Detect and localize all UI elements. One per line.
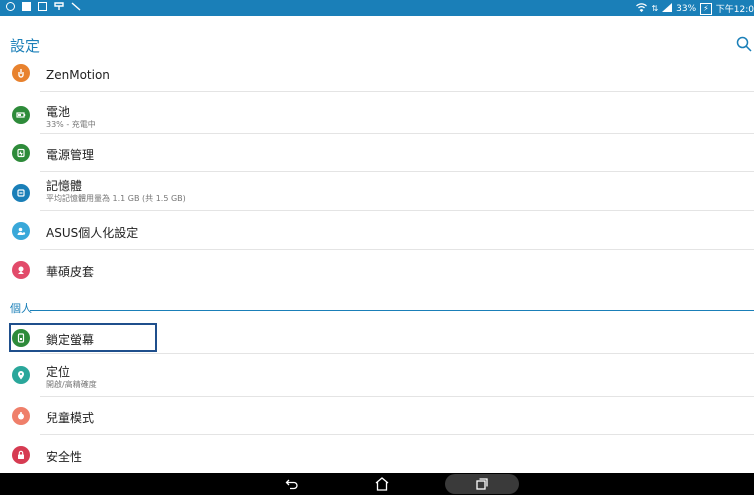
power-management-icon <box>12 144 30 162</box>
debug-icon <box>71 2 81 11</box>
battery-charging-icon: ⚡ <box>700 2 712 15</box>
battery-icon <box>12 106 30 124</box>
divider <box>40 434 754 435</box>
settings-item-label: 兒童模式 <box>46 411 95 425</box>
clock-time: 下午12:0 <box>715 5 754 15</box>
settings-item-label: 電源管理 <box>46 148 95 162</box>
person-gear-icon <box>12 222 30 240</box>
hand-icon <box>12 64 30 82</box>
focus-highlight <box>9 323 157 352</box>
settings-item-label: ZenMotion <box>46 68 110 82</box>
kids-mode-icon <box>12 407 30 425</box>
data-transfer-icon: ⇅ <box>651 4 659 13</box>
divider <box>40 353 754 354</box>
divider <box>40 210 754 211</box>
image-icon <box>22 2 31 11</box>
settings-item-security[interactable]: 安全性 <box>0 436 754 472</box>
recent-apps-icon <box>476 478 488 490</box>
settings-item-label: 安全性 <box>46 450 83 464</box>
settings-item-label: 電池 <box>46 105 71 119</box>
recents-button[interactable] <box>445 474 519 494</box>
app-bar: 設定 <box>0 16 754 60</box>
settings-item-asus-customized[interactable]: ASUS個人化設定 <box>0 212 754 250</box>
location-pin-icon <box>12 366 30 384</box>
usb-icon <box>54 2 64 11</box>
home-icon <box>375 477 389 491</box>
notification-icons <box>6 2 81 11</box>
memory-icon <box>12 184 30 202</box>
settings-item-summary: 33% - 充電中 <box>46 120 96 129</box>
settings-item-label: 定位 <box>46 365 71 379</box>
home-button[interactable] <box>368 474 396 494</box>
divider <box>40 91 754 92</box>
download-icon <box>38 2 47 11</box>
wifi-icon <box>636 2 648 15</box>
battery-percent: 33% <box>676 3 697 14</box>
settings-item-label: ASUS個人化設定 <box>46 226 139 240</box>
settings-item-summary: 開啟/高精確度 <box>46 380 97 389</box>
section-header-personal: 個人 <box>10 302 32 315</box>
cover-icon <box>12 261 30 279</box>
back-icon <box>285 479 298 490</box>
settings-item-power-management[interactable]: 電源管理 <box>0 134 754 172</box>
section-divider <box>30 310 754 311</box>
settings-item-battery[interactable]: 電池 33% - 充電中 <box>0 93 754 137</box>
settings-item-location[interactable]: 定位 開啟/高精確度 <box>0 355 754 397</box>
settings-item-kids-mode[interactable]: 兒童模式 <box>0 397 754 435</box>
lock-icon <box>12 446 30 464</box>
search-icon <box>736 36 752 52</box>
page-title: 設定 <box>10 37 41 55</box>
signal-icon <box>662 2 673 15</box>
settings-item-label: 記憶體 <box>46 179 83 193</box>
status-bar: ⇅ 33% ⚡ 下午12:0 <box>0 0 754 16</box>
system-status: ⇅ 33% ⚡ 下午12:0 <box>636 2 754 15</box>
navigation-bar <box>0 473 754 495</box>
settings-item-summary: 平均記憶體用量為 1.1 GB (共 1.5 GB) <box>46 194 186 203</box>
settings-item-memory[interactable]: 記憶體 平均記憶體用量為 1.1 GB (共 1.5 GB) <box>0 172 754 212</box>
settings-item-zenmotion[interactable]: ZenMotion <box>0 60 754 92</box>
back-button[interactable] <box>278 474 306 494</box>
search-button[interactable] <box>736 36 752 52</box>
settings-item-asus-cover[interactable]: 華碩皮套 <box>0 250 754 290</box>
settings-item-label: 華碩皮套 <box>46 265 95 279</box>
clock-icon <box>6 2 15 11</box>
